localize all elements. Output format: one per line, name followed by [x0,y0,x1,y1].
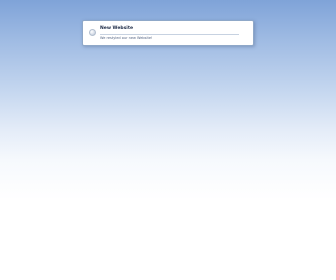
notice-message: We restyled our new Website! [100,36,153,40]
notice-divider [100,34,239,35]
notice-title: New Website [100,26,134,31]
info-dot-icon [89,29,96,36]
notice-dialog: New Website We restyled our new Website! [82,20,254,46]
